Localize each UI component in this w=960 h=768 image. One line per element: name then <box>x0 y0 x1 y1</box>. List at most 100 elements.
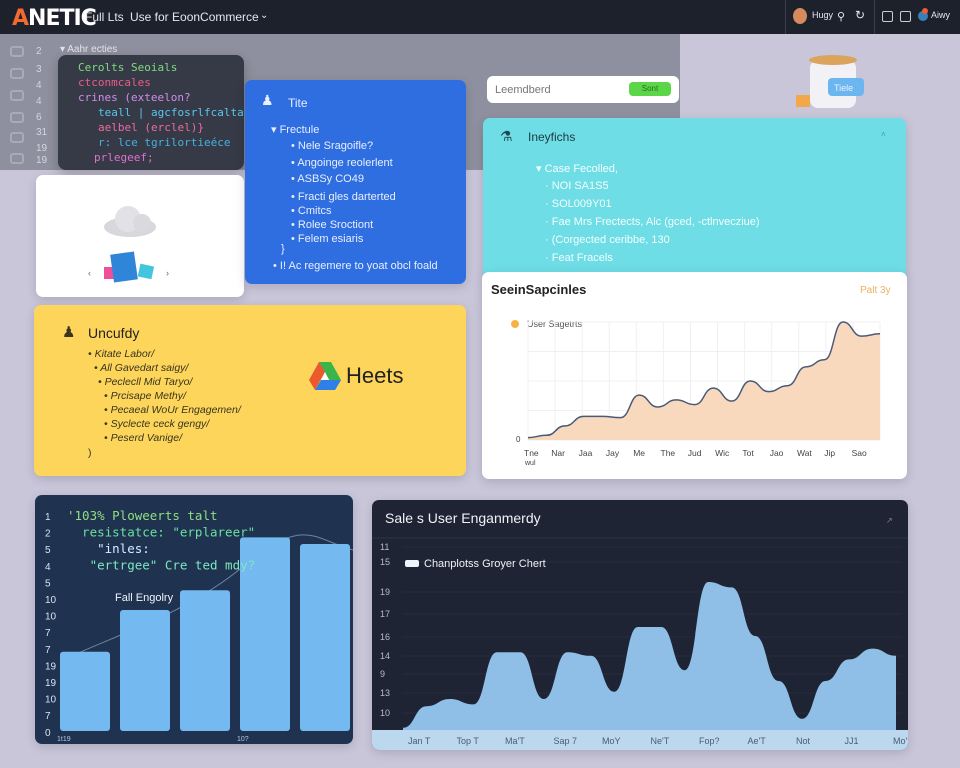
section-toggle[interactable]: ▾ Frectule <box>271 123 319 136</box>
list-item-text: Fracti gles darterted <box>297 191 396 203</box>
avatar[interactable] <box>793 8 807 24</box>
filter-dropdown[interactable]: Palt 3y <box>860 285 891 296</box>
user-name: Hugy <box>812 10 834 20</box>
search-button[interactable]: Sont <box>629 82 671 96</box>
code-line: prlegeef; <box>94 151 154 164</box>
list-item: • Prcisape Methy/ <box>104 390 186 402</box>
chart-title: SeeinSapcinles <box>491 282 586 297</box>
cloud-illustration: ‹ › <box>88 206 169 283</box>
line-chart: SeeinSapcinles Palt 3yUser Sagetrts0Tne Na… <box>491 282 891 467</box>
x-tick-label: Ne'T <box>651 736 670 746</box>
arrow-left-icon: ‹ <box>88 268 91 278</box>
line-number: 2 <box>36 46 42 57</box>
expand-icon[interactable]: ↗ <box>886 516 893 525</box>
blue-info-card: ♟ Tite ▾ Frectule } • I! Ac regemere to … <box>245 80 466 284</box>
top-bar: ANETIC Full Lts Use for EoonCommerce ⌄ H… <box>0 0 960 34</box>
y-tick-label: 5 <box>45 578 51 589</box>
notification-dot <box>922 8 928 14</box>
list-item-text: Felem esiaris <box>297 233 364 245</box>
list-item-text: Fae Mrs Frectects, Alc (gced, -ctlnveczi… <box>551 216 760 228</box>
mail-icon[interactable] <box>10 132 24 143</box>
legend-label: Chanplotss Groyer Chert <box>424 558 546 570</box>
collapse-icon[interactable]: ˄ <box>881 130 886 139</box>
bookmark-icon[interactable] <box>10 90 24 101</box>
y-tick-label: 17 <box>380 609 390 619</box>
x-axis-band <box>372 730 908 750</box>
section-toggle[interactable]: ▾ Case Fecolled, <box>536 162 618 175</box>
cyan-block <box>137 263 155 280</box>
y-tick-label: 7 <box>45 711 51 722</box>
bar-chart-card: 1 2 5 4 5 10 10 7 7 19 19 10 7 0 1t19 10? Fall Engolry '1… <box>35 495 354 744</box>
x-tick-label: Tne <box>524 448 539 458</box>
x-tick-label: Wat <box>797 448 812 458</box>
chevron-down-icon[interactable]: ⌄ <box>260 10 268 21</box>
y-tick-label: 4 <box>45 562 51 573</box>
pencil-icon[interactable] <box>10 46 24 57</box>
y-tick-label: 7 <box>45 628 51 639</box>
edit-icon[interactable] <box>10 68 24 79</box>
code-snippet: Cerolts Seoials ctconmcales crines (exteel… <box>58 55 257 170</box>
image-icon[interactable] <box>10 153 24 164</box>
code-overlay-line: resistatce: "erplareer" <box>67 525 255 540</box>
x-tick-label: The <box>661 448 676 458</box>
code-overlay-line: "inles: <box>67 541 150 556</box>
line-number: 4 <box>36 96 42 107</box>
list-item: • Peclecll Mid Taryo/ <box>98 376 193 388</box>
y-tick-label: 5 <box>45 545 51 556</box>
brand-name: Heets <box>346 363 404 388</box>
list-item-text: Cmitcs <box>297 205 332 217</box>
calendar-icon[interactable] <box>900 11 911 22</box>
section-toggle[interactable]: ▾ Aahr ecties <box>60 44 117 55</box>
x-tick-label: Ma'T <box>505 736 525 746</box>
y-tick-label: 2 <box>45 529 51 540</box>
code-line: teall | agcfosrlfcalta(e <box>98 106 257 119</box>
list-item-text: Angoinge reolerlent <box>297 157 393 169</box>
footer-text: I! Ac regemere to yoat obcl foald <box>279 260 438 272</box>
cloud-illustration-card: ‹ › <box>36 175 244 297</box>
flask-icon: ⚗ <box>500 128 513 144</box>
code-overlay-line: '103% Ploweerts talt <box>67 508 218 523</box>
x-tick-label: Fop? <box>699 736 720 746</box>
search-bar: Sont <box>487 76 679 103</box>
code-line: crines (exteelon? <box>78 91 191 104</box>
list-item: • Felem esiaris <box>291 233 364 245</box>
y-tick-label: 0 <box>516 435 521 444</box>
drive-logo-icon <box>309 362 341 390</box>
y-tick-label: 9 <box>380 669 385 679</box>
x-tick-label: Top T <box>457 736 480 746</box>
y-tick-label: 10 <box>45 595 57 606</box>
badge-text: Tiele <box>834 83 853 93</box>
y-tick-label: 10 <box>380 708 390 718</box>
list-item: • Cmitcs <box>291 205 332 217</box>
code-line: aelbel (erclel)} <box>98 121 204 134</box>
user2-name: Aiwy <box>931 10 951 20</box>
app-logo[interactable]: ANETIC <box>12 6 97 31</box>
list-item: · NOI SA1S5 <box>545 180 609 192</box>
window-icon[interactable] <box>882 11 893 22</box>
y-tick-label: 16 <box>380 632 390 642</box>
line-number: 4 <box>36 80 42 91</box>
list-item: · (Corgected ceribbe, 130 <box>545 234 670 246</box>
location-pin-icon[interactable]: ⚲ <box>837 10 845 23</box>
y-tick-label: 10 <box>45 612 57 623</box>
insights-card: ⚗ Ineyfichs ˄ ▾ Case Fecolled, · NOI SA1… <box>483 118 906 280</box>
list-item-text: Prcisape Methy/ <box>110 390 186 402</box>
card-title: Tite <box>288 96 308 110</box>
tool-icon[interactable] <box>10 112 24 123</box>
list-item: • Angoinge reolerlent <box>291 157 393 169</box>
line-number: 19 <box>36 155 48 166</box>
list-item-text: Peclecll Mid Taryo/ <box>104 376 193 388</box>
code-line: ctconmcales <box>78 76 151 89</box>
list-item-text: SOL009Y01 <box>551 198 612 210</box>
search-input[interactable] <box>495 81 615 98</box>
refresh-icon[interactable]: ↻ <box>855 8 865 22</box>
nav-ecommerce[interactable]: Use for EoonCommerce <box>130 10 259 24</box>
x-tick-label: Jud <box>688 448 702 458</box>
x-tick-label: Jip <box>824 448 835 458</box>
nav-full-list[interactable]: Full Lts <box>85 10 124 24</box>
area-chart-card: Sale s User Enganmerdy ↗ 11 15 19 17 16 14 9 13 10… <box>372 500 908 750</box>
blue-block <box>110 251 138 283</box>
code-line: Cerolts Seoials <box>78 61 178 74</box>
x-tick-label: MoY <box>602 736 621 746</box>
legend-dot <box>511 320 519 328</box>
